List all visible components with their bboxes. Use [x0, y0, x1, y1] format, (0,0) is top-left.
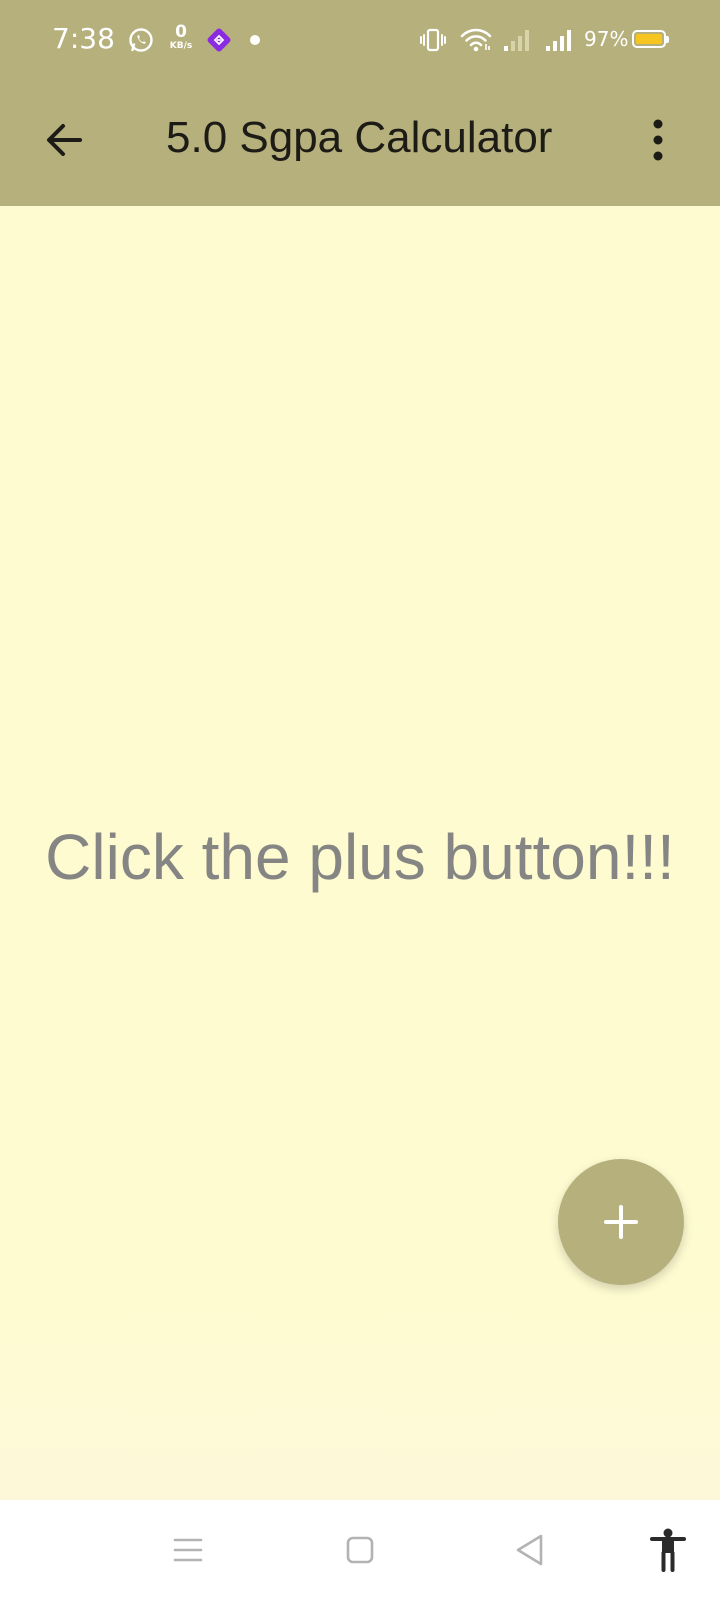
vpn-app-icon [204, 22, 234, 58]
back-triangle-icon [516, 1534, 543, 1566]
data-speed-indicator: 0 KB/s [169, 22, 193, 51]
add-button[interactable] [558, 1159, 684, 1285]
status-bar: 7:38 0 KB/s 97% [0, 0, 720, 82]
notification-dot [250, 35, 260, 45]
arrow-back-icon [47, 124, 82, 156]
vibrate-icon [418, 22, 448, 58]
battery-icon [632, 30, 669, 48]
main-content: Click the plus button!!! [0, 206, 720, 1500]
signal-strong-icon [543, 22, 575, 58]
accessibility-icon [650, 1528, 686, 1572]
home-button[interactable] [330, 1522, 390, 1578]
app-bar: 5.0 Sgpa Calculator [0, 82, 720, 206]
more-options-button[interactable] [626, 106, 690, 174]
back-button[interactable] [30, 106, 98, 174]
nav-back-button[interactable] [500, 1522, 560, 1578]
accessibility-button[interactable] [638, 1522, 698, 1578]
home-square-icon [346, 1536, 374, 1564]
plus-icon [604, 1205, 638, 1239]
recents-button[interactable] [158, 1522, 218, 1578]
system-nav-bar [0, 1500, 720, 1600]
app-title: 5.0 Sgpa Calculator [166, 113, 553, 162]
more-vert-icon [653, 119, 663, 161]
recents-menu-icon [173, 1538, 203, 1562]
empty-state-message: Click the plus button!!! [45, 821, 675, 893]
battery-percent: 97% [584, 27, 629, 51]
status-time: 7:38 [52, 22, 115, 55]
signal-weak-icon [501, 22, 533, 58]
wifi-icon [459, 22, 493, 58]
whatsapp-icon [127, 22, 155, 58]
